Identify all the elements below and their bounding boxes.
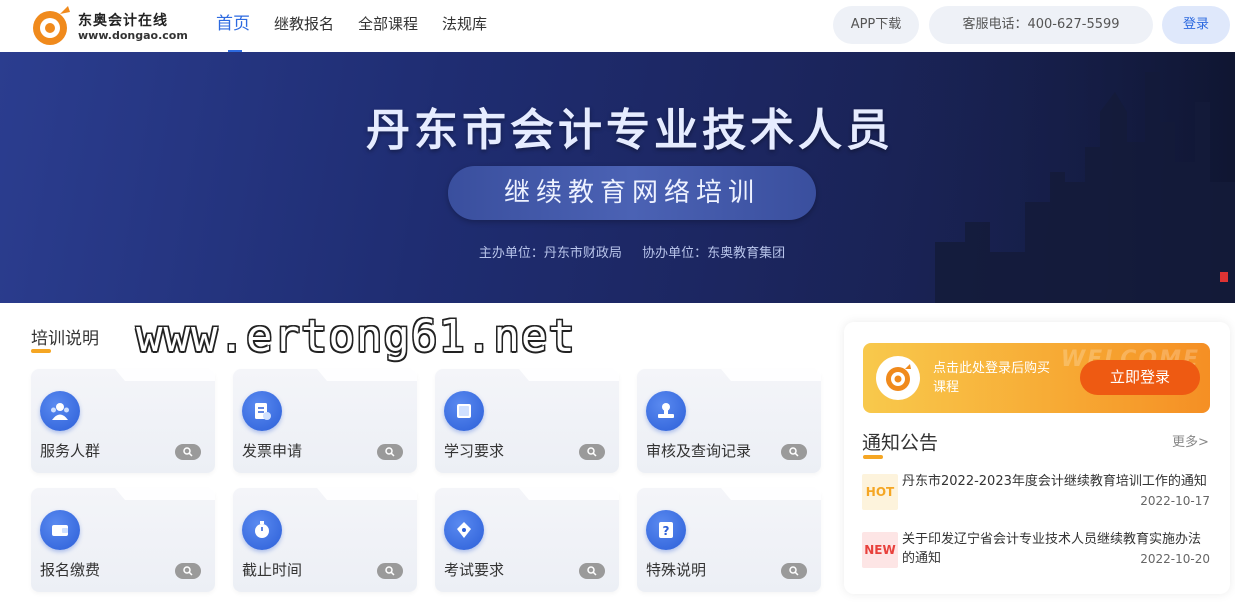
card-deadline[interactable]: 截止时间 (233, 488, 417, 592)
banner-title: 丹东市会计专业技术人员 (366, 105, 894, 156)
stopwatch-icon (242, 510, 282, 550)
search-icon[interactable] (377, 563, 403, 579)
logo-title: 东奥会计在线 (78, 13, 168, 29)
watermark-text: www.ertong61.net (136, 311, 576, 362)
wallet-icon (40, 510, 80, 550)
card-service-audience[interactable]: 服务人群 (31, 369, 215, 473)
nav-enroll[interactable]: 继教报名 (274, 0, 334, 52)
search-icon[interactable] (579, 563, 605, 579)
search-icon[interactable] (175, 563, 201, 579)
invoice-icon (242, 391, 282, 431)
card-invoice-request[interactable]: 发票申请 (233, 369, 417, 473)
card-label: 考试要求 (444, 561, 505, 579)
svg-text:?: ? (663, 524, 670, 538)
login-promo-card[interactable]: WELCOME 点击此处登录后购买课程 立即登录 (863, 343, 1210, 413)
nav-regulations[interactable]: 法规库 (442, 0, 487, 52)
nav-all-courses[interactable]: 全部课程 (358, 0, 418, 52)
logo-icon (33, 6, 70, 45)
banner-host: 主办单位：丹东市财政局 (478, 246, 622, 261)
hot-badge: HOT (862, 474, 898, 510)
card-label: 学习要求 (444, 442, 505, 460)
card-exam-requirements[interactable]: 考试要求 (435, 488, 619, 592)
main-nav: 首页 继教报名 全部课程 法规库 (216, 0, 511, 52)
service-phone: 客服电话：400-627-5599 (929, 6, 1153, 44)
hero-banner: 丹东市会计专业技术人员 继续教育网络培训 主办单位：丹东市财政局 协办单位：东奥… (0, 52, 1235, 303)
search-icon[interactable] (579, 444, 605, 460)
card-label: 截止时间 (242, 561, 303, 579)
card-label: 发票申请 (242, 442, 303, 460)
search-icon[interactable] (781, 444, 807, 460)
login-prompt: 点击此处登录后购买课程 (933, 361, 1051, 395)
logo-icon (886, 364, 911, 391)
app-download-button[interactable]: APP下载 (833, 6, 919, 44)
question-doc-icon: ? (646, 510, 686, 550)
site-logo[interactable]: 东奥会计在线 www.dongao.com (30, 4, 190, 48)
notice-date: 2022-10-17 (1140, 494, 1210, 508)
banner-co-host: 协办单位：东奥教育集团 (642, 246, 786, 261)
card-label: 服务人群 (40, 442, 101, 460)
top-header: 东奥会计在线 www.dongao.com 首页 继教报名 全部课程 法规库 A… (0, 0, 1235, 52)
logo-url: www.dongao.com (78, 29, 188, 42)
card-label: 特殊说明 (646, 561, 707, 579)
notice-item[interactable]: HOT 丹东市2022-2023年度会计继续教育培训工作的通知 2022-10-… (862, 472, 1212, 516)
login-button[interactable]: 登录 (1162, 6, 1230, 44)
notice-more-link[interactable]: 更多> (1172, 431, 1209, 450)
banner-organizers: 主办单位：丹东市财政局 协办单位：东奥教育集团 (0, 242, 1235, 261)
training-section-title: 培训说明 (31, 329, 99, 349)
section-title-underline (863, 455, 883, 459)
book-icon (444, 391, 484, 431)
new-badge: NEW (862, 532, 898, 568)
notice-section-title: 通知公告 (862, 432, 939, 454)
avatar (876, 356, 920, 400)
search-icon[interactable] (377, 444, 403, 460)
city-skyline-image (815, 52, 1235, 303)
notice-item[interactable]: NEW 关于印发辽宁省会计专业技术人员继续教育实施办法的通知 2022-10-2… (862, 530, 1212, 574)
nav-home[interactable]: 首页 (216, 0, 250, 52)
card-special-notes[interactable]: ? 特殊说明 (637, 488, 821, 592)
notice-text[interactable]: 丹东市2022-2023年度会计继续教育培训工作的通知 (902, 472, 1212, 491)
pen-nib-icon (444, 510, 484, 550)
search-icon[interactable] (781, 563, 807, 579)
stamp-icon (646, 391, 686, 431)
card-study-requirements[interactable]: 学习要求 (435, 369, 619, 473)
search-icon[interactable] (175, 444, 201, 460)
card-label: 报名缴费 (40, 561, 101, 579)
users-icon (40, 391, 80, 431)
login-now-button[interactable]: 立即登录 (1080, 360, 1200, 395)
notice-date: 2022-10-20 (1140, 552, 1210, 566)
card-label: 审核及查询记录 (646, 442, 752, 460)
card-audit-query-records[interactable]: 审核及查询记录 (637, 369, 821, 473)
card-registration-payment[interactable]: 报名缴费 (31, 488, 215, 592)
section-title-underline (31, 349, 51, 353)
banner-subtitle: 继续教育网络培训 (503, 178, 760, 208)
